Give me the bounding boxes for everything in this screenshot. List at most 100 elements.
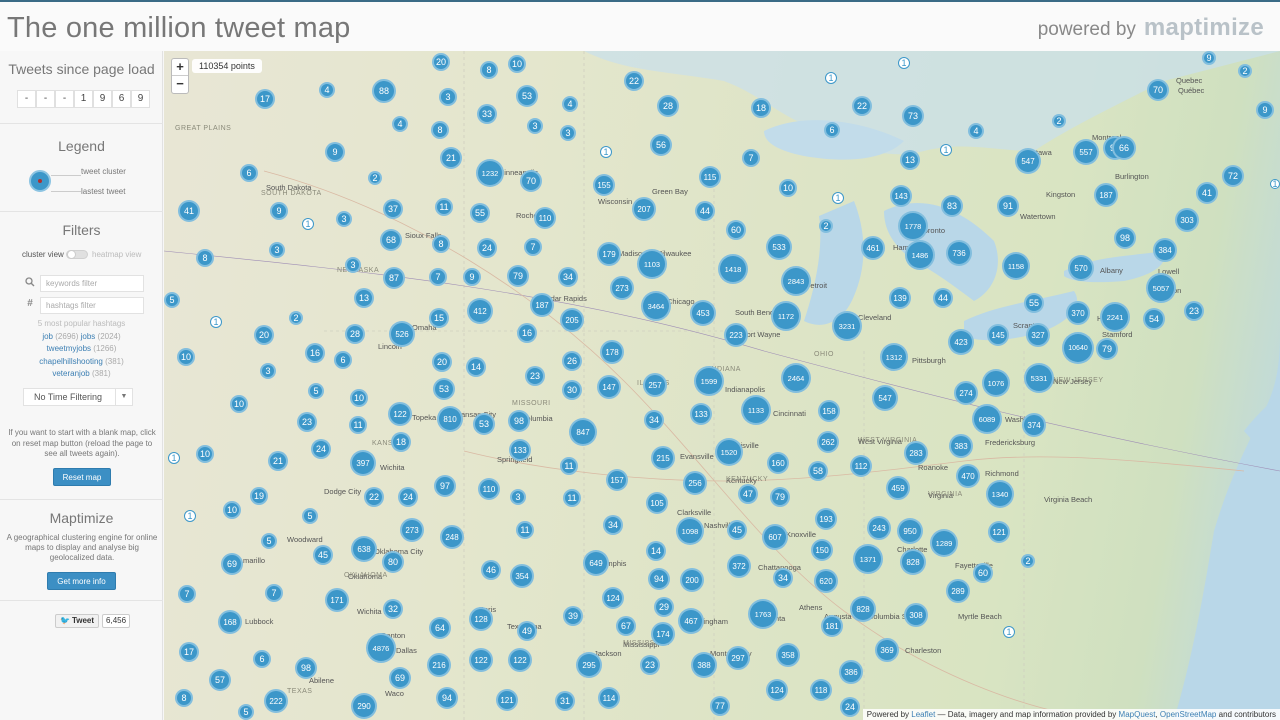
single-tweet-marker[interactable]: 1 — [302, 218, 314, 230]
tweet-cluster-marker[interactable]: 26 — [562, 351, 582, 371]
tweet-cluster-marker[interactable]: 124 — [602, 587, 624, 609]
tweet-cluster-marker[interactable]: 44 — [933, 288, 953, 308]
tweet-cluster-marker[interactable]: 256 — [683, 471, 707, 495]
tweet-cluster-marker[interactable]: 7 — [429, 268, 447, 286]
tweet-cluster-marker[interactable]: 112 — [850, 455, 872, 477]
tweet-cluster-marker[interactable]: 114 — [598, 687, 620, 709]
tweet-cluster-marker[interactable]: 1103 — [637, 249, 667, 279]
tweet-cluster-marker[interactable]: 8 — [196, 249, 214, 267]
tweet-cluster-marker[interactable]: 97 — [434, 475, 456, 497]
tweet-cluster-marker[interactable]: 3 — [510, 489, 526, 505]
tweet-cluster-marker[interactable]: 98 — [295, 657, 317, 679]
tweet-cluster-marker[interactable]: 77 — [710, 696, 730, 716]
tweet-cluster-marker[interactable]: 369 — [875, 638, 899, 662]
tweet-cluster-marker[interactable]: 13 — [354, 288, 374, 308]
tweet-cluster-marker[interactable]: 79 — [1096, 338, 1118, 360]
tweet-cluster-marker[interactable]: 28 — [345, 324, 365, 344]
tweet-cluster-marker[interactable]: 5 — [302, 508, 318, 524]
tweet-cluster-marker[interactable]: 222 — [264, 689, 288, 713]
tweet-cluster-marker[interactable]: 828 — [900, 549, 926, 575]
tweet-cluster-marker[interactable]: 66 — [1112, 136, 1136, 160]
tweet-cluster-marker[interactable]: 1418 — [718, 254, 748, 284]
tweet-cluster-marker[interactable]: 11 — [435, 198, 453, 216]
tweet-cluster-marker[interactable]: 157 — [606, 469, 628, 491]
tweet-cluster-marker[interactable]: 4 — [319, 82, 335, 98]
tweet-cluster-marker[interactable]: 20 — [432, 352, 452, 372]
tweet-cluster-marker[interactable]: 295 — [576, 652, 602, 678]
tweet-cluster-marker[interactable]: 23 — [525, 366, 545, 386]
tweet-cluster-marker[interactable]: 8 — [175, 689, 193, 707]
tweet-cluster-marker[interactable]: 303 — [1175, 208, 1199, 232]
tweet-cluster-marker[interactable]: 223 — [724, 323, 748, 347]
tweet-cluster-marker[interactable]: 526 — [389, 321, 415, 347]
powered-by[interactable]: powered by maptimize — [1038, 14, 1264, 42]
tweet-cluster-marker[interactable]: 847 — [569, 418, 597, 446]
tweet-cluster-marker[interactable]: 150 — [811, 539, 833, 561]
tweet-cluster-marker[interactable]: 3 — [260, 363, 276, 379]
tweet-cluster-marker[interactable]: 1098 — [676, 517, 704, 545]
tweet-cluster-marker[interactable]: 1599 — [694, 366, 724, 396]
tweet-cluster-marker[interactable]: 88 — [372, 79, 396, 103]
tweet-cluster-marker[interactable]: 80 — [382, 551, 404, 573]
single-tweet-marker[interactable]: 1 — [825, 72, 837, 84]
hashtag-link[interactable]: jobs — [81, 332, 96, 341]
tweet-cluster-marker[interactable]: 638 — [351, 536, 377, 562]
tweet-cluster-marker[interactable]: 22 — [364, 487, 384, 507]
tweet-cluster-marker[interactable]: 121 — [496, 689, 518, 711]
tweet-cluster-marker[interactable]: 94 — [648, 568, 670, 590]
tweet-cluster-marker[interactable]: 372 — [727, 554, 751, 578]
tweet-cluster-marker[interactable]: 22 — [624, 71, 644, 91]
tweet-cluster-marker[interactable]: 2 — [289, 311, 303, 325]
tweet-cluster-marker[interactable]: 60 — [973, 563, 993, 583]
tweet-cluster-marker[interactable]: 41 — [178, 200, 200, 222]
tweet-cluster-marker[interactable]: 10 — [779, 179, 797, 197]
tweet-cluster-marker[interactable]: 257 — [643, 373, 667, 397]
tweet-cluster-marker[interactable]: 64 — [429, 617, 451, 639]
tweet-cluster-marker[interactable]: 1520 — [715, 438, 743, 466]
hashtag-link[interactable]: chapelhillshooting — [39, 357, 103, 366]
tweet-cluster-marker[interactable]: 17 — [255, 89, 275, 109]
tweet-cluster-marker[interactable]: 105 — [646, 492, 668, 514]
tweet-cluster-marker[interactable]: 10 — [196, 445, 214, 463]
tweet-cluster-marker[interactable]: 216 — [427, 653, 451, 677]
tweet-cluster-marker[interactable]: 21 — [268, 451, 288, 471]
tweet-cluster-marker[interactable]: 607 — [762, 524, 788, 550]
time-filter-select[interactable]: No Time Filtering ▼ — [23, 388, 133, 406]
tweet-cluster-marker[interactable]: 160 — [767, 452, 789, 474]
tweet-cluster-marker[interactable]: 547 — [872, 385, 898, 411]
tweet-cluster-marker[interactable]: 34 — [603, 515, 623, 535]
tweet-cluster-marker[interactable]: 736 — [946, 240, 972, 266]
tweet-cluster-marker[interactable]: 73 — [902, 105, 924, 127]
tweet-cluster-marker[interactable]: 16 — [305, 343, 325, 363]
tweet-cluster-marker[interactable]: 187 — [530, 293, 554, 317]
tweet-cluster-marker[interactable]: 68 — [380, 229, 402, 251]
tweet-cluster-marker[interactable]: 30 — [562, 380, 582, 400]
tweet-cluster-marker[interactable]: 45 — [313, 545, 333, 565]
tweet-cluster-marker[interactable]: 13 — [900, 150, 920, 170]
tweet-cluster-marker[interactable]: 29 — [654, 597, 674, 617]
tweet-cluster-marker[interactable]: 174 — [651, 622, 675, 646]
tweet-cluster-marker[interactable]: 83 — [941, 195, 963, 217]
tweet-cluster-marker[interactable]: 273 — [610, 276, 634, 300]
tweet-cluster-marker[interactable]: 423 — [948, 329, 974, 355]
get-more-info-button[interactable]: Get more info — [47, 572, 116, 590]
tweet-cluster-marker[interactable]: 72 — [1222, 165, 1244, 187]
tweet-cluster-marker[interactable]: 60 — [726, 220, 746, 240]
map-view[interactable]: Quebec Québec Montreal Ottawa Kingston Watert… — [164, 51, 1280, 720]
tweet-cluster-marker[interactable]: 121 — [988, 521, 1010, 543]
mapquest-link[interactable]: MapQuest — [1119, 710, 1156, 719]
tweet-cluster-marker[interactable]: 34 — [773, 568, 793, 588]
tweet-cluster-marker[interactable]: 467 — [678, 608, 704, 634]
tweet-cluster-marker[interactable]: 155 — [593, 174, 615, 196]
tweet-cluster-marker[interactable]: 44 — [695, 201, 715, 221]
tweet-cluster-marker[interactable]: 115 — [699, 166, 721, 188]
tweet-cluster-marker[interactable]: 273 — [400, 518, 424, 542]
tweet-cluster-marker[interactable]: 16 — [517, 323, 537, 343]
tweet-cluster-marker[interactable]: 533 — [766, 234, 792, 260]
tweet-cluster-marker[interactable]: 98 — [508, 410, 530, 432]
tweet-cluster-marker[interactable]: 7 — [742, 149, 760, 167]
single-tweet-marker[interactable]: 1 — [832, 192, 844, 204]
tweet-cluster-marker[interactable]: 45 — [727, 520, 747, 540]
tweet-cluster-marker[interactable]: 128 — [469, 607, 493, 631]
single-tweet-marker[interactable]: 1 — [600, 146, 612, 158]
